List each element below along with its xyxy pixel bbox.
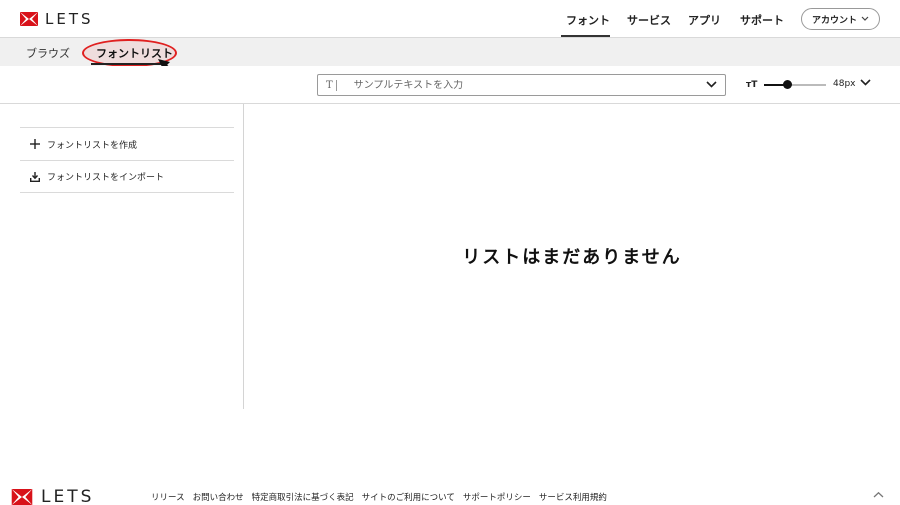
nav-font[interactable]: フォント (566, 12, 610, 28)
nav-service[interactable]: サービス (627, 12, 671, 28)
footer-links: リリース お問い合わせ 特定商取引法に基づく表記 サイトのご利用について サポー… (151, 491, 615, 503)
footer-link-support-policy[interactable]: サポートポリシー (463, 491, 531, 503)
create-font-list-button[interactable]: フォントリストを作成 (20, 127, 234, 160)
chevron-up-icon[interactable] (873, 491, 884, 499)
import-font-list-button[interactable]: フォントリストをインポート (20, 160, 234, 193)
size-chevron-down-icon[interactable] (860, 78, 871, 87)
tab-browse[interactable]: ブラウズ (26, 45, 70, 61)
plus-icon (29, 139, 40, 150)
create-font-list-label: フォントリストを作成 (47, 140, 138, 151)
footer-link-terms[interactable]: サービス利用規約 (539, 491, 607, 503)
footer-link-site-usage[interactable]: サイトのご利用について (362, 491, 455, 503)
slider-handle[interactable] (782, 80, 792, 89)
top-header: LETS フォント サービス アプリ サポート アカウント (0, 0, 900, 38)
footer-logo-text: LETS (41, 487, 95, 505)
account-label: アカウント (811, 15, 857, 26)
chevron-down-icon (861, 16, 869, 21)
font-size-icon: тT (746, 80, 758, 90)
footer-link-contact[interactable]: お問い合わせ (193, 491, 244, 503)
font-list-sidebar: フォントリストを作成 フォントリストをインポート (20, 127, 234, 193)
account-button[interactable]: アカウント (801, 8, 880, 30)
sample-text-input[interactable] (353, 79, 684, 91)
font-size-value: 48px (833, 79, 856, 89)
footer-logo-icon (11, 489, 33, 505)
text-cursor-bar (335, 79, 337, 91)
nav-app[interactable]: アプリ (688, 12, 721, 28)
footer-link-release[interactable]: リリース (151, 491, 185, 503)
font-size-slider[interactable] (764, 80, 826, 89)
nav-active-underline (561, 35, 610, 37)
import-font-list-label: フォントリストをインポート (47, 173, 165, 183)
import-icon (29, 171, 40, 182)
lets-logo-icon (20, 12, 38, 26)
empty-list-message: リストはまだありません (462, 247, 682, 268)
text-cursor-icon: T (326, 79, 333, 91)
sample-text-field[interactable]: T (317, 74, 726, 96)
chevron-down-icon[interactable] (706, 80, 717, 89)
footer-logo[interactable]: LETS (11, 487, 94, 505)
nav-support[interactable]: サポート (740, 12, 784, 28)
lets-logo[interactable]: LETS (20, 10, 94, 28)
footer-link-commerce-law[interactable]: 特定商取引法に基づく表記 (252, 491, 354, 503)
logo-text: LETS (45, 10, 94, 28)
